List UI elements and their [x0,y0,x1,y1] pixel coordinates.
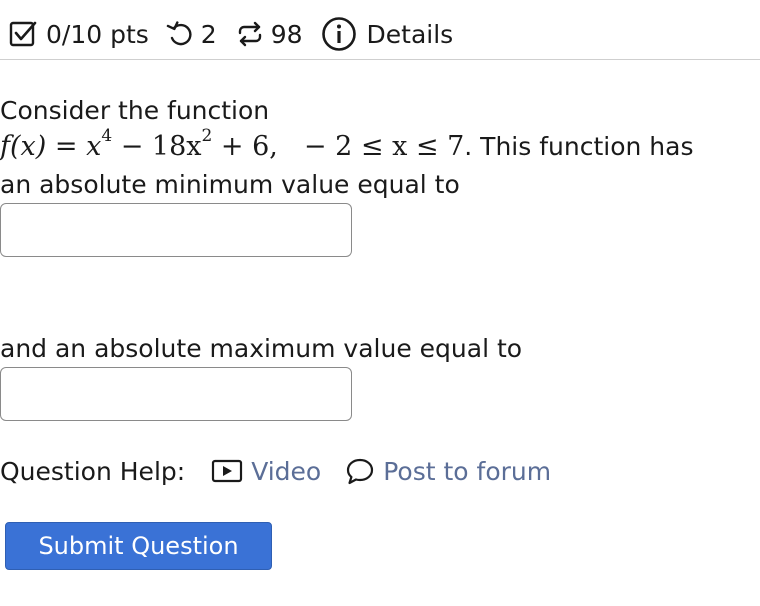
min-label: an absolute minimum value equal to [0,170,460,199]
forum-link[interactable]: Post to forum [345,456,551,486]
function-expression: f(x) = x4 − 18x2 + 6, − 2 ≤ x ≤ 7 [0,128,465,163]
versions-text: 98 [270,19,303,49]
submit-question-button[interactable]: Submit Question [5,522,272,570]
exponent-4: 4 [101,126,113,146]
function-has-text: . This function has [464,132,694,161]
question-header: 0/10 pts 2 98 Details [8,12,453,56]
retry-icon [166,21,192,46]
domain-expression: − 2 ≤ x ≤ 7 [303,131,465,162]
video-link[interactable]: Video [211,457,321,486]
attempts-text: 2 [200,19,217,49]
min-answer-input[interactable] [0,203,352,257]
function-middle: − 18x [112,131,202,162]
video-label: Video [251,456,322,486]
function-lhs: f(x) = x [0,131,102,162]
help-label: Question Help: [0,456,186,486]
attempts-item: 2 [165,19,217,49]
chat-bubble-icon [347,458,374,485]
function-tail: + 6, [212,131,278,162]
details-button[interactable]: Details [321,16,454,52]
exponent-2: 2 [201,126,213,146]
score-item: 0/10 pts [8,19,149,49]
question-intro: Consider the function [0,96,270,125]
function-line: f(x) = x4 − 18x2 + 6, − 2 ≤ x ≤ 7. This f… [0,128,694,164]
checkbox-icon [9,21,37,47]
max-label: and an absolute maximum value equal to [0,334,523,363]
score-text: 0/10 pts [46,19,149,49]
info-icon [321,17,356,51]
question-help: Question Help: Video Post to forum [0,451,551,491]
max-answer-input[interactable] [0,367,352,421]
forum-label: Post to forum [383,456,552,486]
video-icon [212,459,243,483]
header-divider [0,59,760,60]
repeat-icon [238,21,261,47]
details-label: Details [366,19,454,49]
versions-item: 98 [235,19,303,49]
